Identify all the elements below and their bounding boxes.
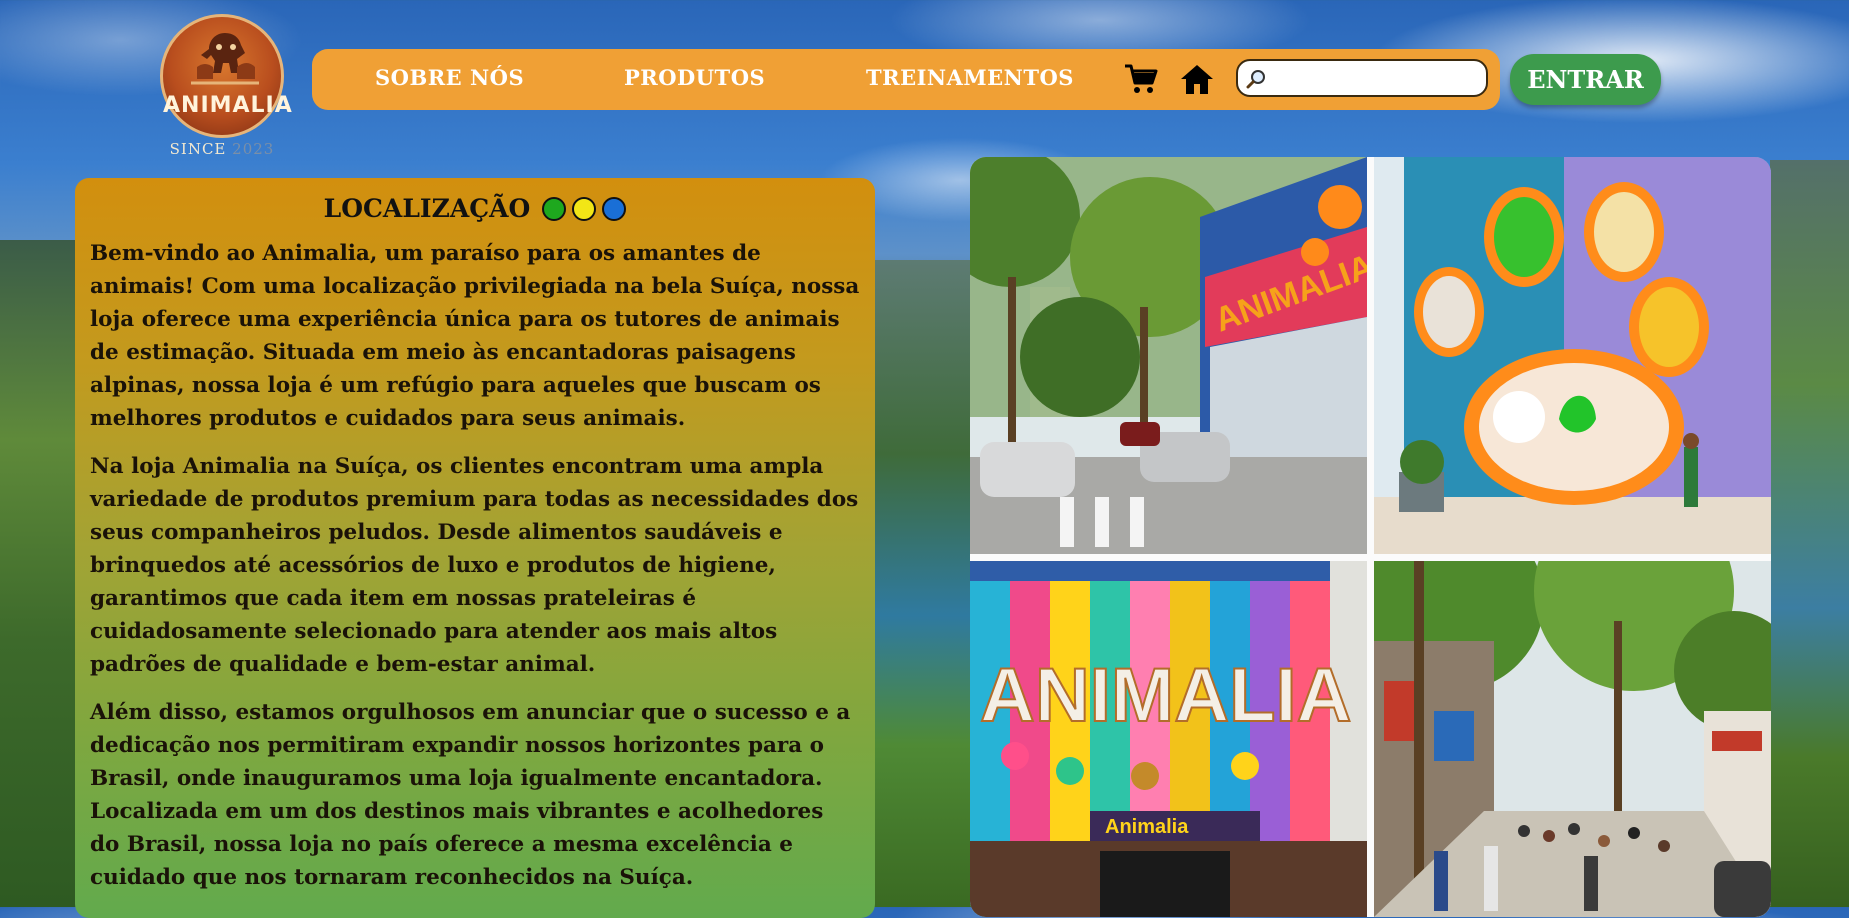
photo-busy-street[interactable] [1374,561,1771,917]
logo-badge: ANIMALIA [160,14,293,138]
logo-name: ANIMALIA [163,93,293,118]
animals-emblem-icon [191,33,259,85]
store-photo-gallery: ANIMALIA ANIMALIA Animalia [970,157,1771,917]
background-landscape-right [1770,160,1849,907]
facade-sign-text: ANIMALIA [980,653,1352,738]
paragraph-products: Na loja Animalia na Suíça, os clientes e… [90,454,859,677]
panel-heading: LOCALIZAÇÃO [90,192,860,226]
since-year: 2023 [232,140,275,158]
photo-colorful-facade[interactable]: ANIMALIA Animalia [970,561,1367,917]
yellow-dot [572,197,597,221]
nav-link-produtos[interactable]: PRODUTOS [624,65,765,90]
search-field[interactable] [1236,59,1488,97]
photo-storefront-street[interactable]: ANIMALIA [970,157,1367,554]
paw-mural-image [1374,157,1771,554]
background-landscape-middle [872,260,972,907]
logo-since: SINCE 2023 [159,140,285,158]
home-icon[interactable] [1180,63,1214,99]
nav-link-sobre-nos[interactable]: SOBRE NÓS [375,65,524,90]
search-input[interactable] [1272,66,1482,92]
background-landscape-left [0,240,80,907]
cart-icon[interactable] [1124,63,1158,99]
busy-street-image [1374,561,1771,917]
storefront-street-image: ANIMALIA [970,157,1367,554]
panel-title: LOCALIZAÇÃO [323,194,531,223]
brand-logo[interactable]: ANIMALIA SINCE 2023 [159,14,293,158]
location-panel: LOCALIZAÇÃO Bem-vindo ao Animalia, um pa… [75,178,875,918]
login-button[interactable]: ENTRAR [1510,54,1661,105]
paragraph-brazil: Além disso, estamos orgulhosos em anunci… [90,700,851,890]
blue-dot [602,197,627,221]
green-dot [542,197,567,221]
photo-paw-mural[interactable] [1374,157,1771,554]
paragraph-intro: Bem-vindo ao Animalia, um paraíso para o… [90,241,860,431]
facade-small-sign-text: Animalia [1105,816,1189,838]
nav-link-treinamentos[interactable]: TREINAMENTOS [866,65,1074,90]
main-navbar: SOBRE NÓS PRODUTOS TREINAMENTOS [312,49,1500,110]
colorful-facade-image: ANIMALIA Animalia [970,561,1367,917]
search-icon [1246,69,1266,93]
since-label: SINCE [169,140,227,158]
